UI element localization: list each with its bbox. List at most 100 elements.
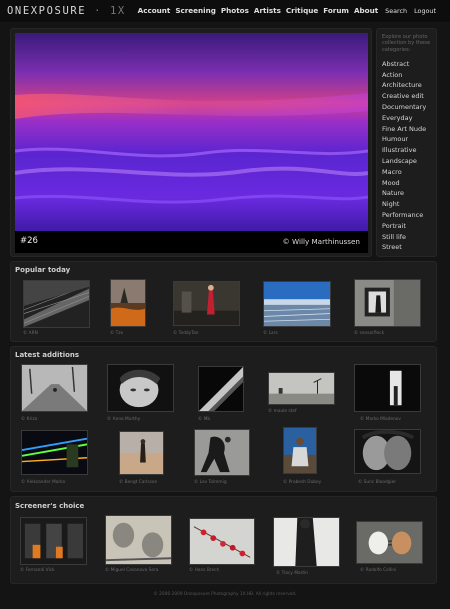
photo-thumbnail[interactable] bbox=[21, 430, 88, 475]
category-link[interactable]: Macro bbox=[382, 167, 431, 178]
photo-credit[interactable]: © Rodolfo Collini bbox=[360, 568, 396, 573]
category-link[interactable]: Mood bbox=[382, 178, 431, 189]
hero-image bbox=[15, 33, 368, 253]
photo-credit[interactable]: © Hans Brech bbox=[189, 568, 219, 573]
category-link[interactable]: Fine Art Nude bbox=[382, 124, 431, 135]
photo-thumbnail[interactable] bbox=[354, 364, 421, 412]
photo-credit[interactable]: © ARN bbox=[23, 331, 38, 336]
interior-photo bbox=[355, 365, 420, 411]
photo-thumbnail[interactable] bbox=[119, 431, 164, 475]
landscape-photo bbox=[269, 373, 334, 404]
category-link[interactable]: Abstract bbox=[382, 59, 431, 70]
photo-thumbnail[interactable] bbox=[189, 518, 255, 565]
site-logo[interactable]: ONEXPOSURE · 1X bbox=[7, 5, 126, 17]
photo-thumbnail[interactable] bbox=[23, 280, 90, 328]
category-link[interactable]: Creative edit bbox=[382, 91, 431, 102]
beach-photo bbox=[120, 432, 163, 474]
photo-credit[interactable]: © Krizo bbox=[21, 417, 37, 422]
photo-credit[interactable]: © Lars bbox=[263, 331, 278, 336]
nav-search[interactable]: Search bbox=[385, 7, 407, 15]
photo-thumbnail[interactable] bbox=[354, 429, 421, 474]
popular-title: Popular today bbox=[15, 266, 71, 274]
photo-thumbnail[interactable] bbox=[263, 281, 331, 327]
hero-photo[interactable]: #26 © Willy Marthinussen bbox=[15, 33, 368, 253]
portrait-photo bbox=[355, 430, 420, 473]
categories-intro: Explore our photo collection by these ca… bbox=[382, 34, 431, 53]
photo-thumbnail[interactable] bbox=[354, 279, 421, 327]
photo-credit[interactable]: © Anna Murthy bbox=[107, 417, 140, 422]
dance-photo bbox=[195, 430, 249, 475]
category-link[interactable]: Humour bbox=[382, 134, 431, 145]
category-link[interactable]: Performance bbox=[382, 210, 431, 221]
photo-credit[interactable]: © Mb bbox=[198, 417, 210, 422]
photo-thumbnail[interactable] bbox=[283, 427, 317, 474]
landscape-photo bbox=[22, 365, 87, 411]
seascape-photo bbox=[264, 282, 330, 326]
photo-thumbnail[interactable] bbox=[173, 281, 240, 326]
nav-photos[interactable]: Photos bbox=[221, 6, 249, 15]
photo-credit[interactable]: © TeddyTan bbox=[173, 331, 198, 336]
nav-account[interactable]: Account bbox=[138, 6, 171, 15]
category-link[interactable]: Landscape bbox=[382, 156, 431, 167]
portrait-photo bbox=[174, 282, 239, 325]
category-link[interactable]: Nature bbox=[382, 188, 431, 199]
still-life-photo bbox=[190, 519, 254, 564]
latest-title: Latest additions bbox=[15, 351, 80, 359]
photo-thumbnail[interactable] bbox=[194, 429, 250, 476]
category-link[interactable]: Still life bbox=[382, 232, 431, 243]
screeners-title: Screener's choice bbox=[15, 502, 85, 510]
photo-thumbnail[interactable] bbox=[105, 515, 172, 565]
landscape-photo bbox=[111, 280, 145, 326]
hero-credit[interactable]: © Willy Marthinussen bbox=[283, 237, 360, 246]
portrait-photo bbox=[106, 516, 171, 564]
main-nav: Account Screening Photos Artists Critiqu… bbox=[138, 6, 436, 15]
photo-credit[interactable]: © Aleksander Marko bbox=[21, 480, 65, 485]
hero-caption-bar: #26 © Willy Marthinussen bbox=[15, 231, 368, 253]
photo-thumbnail[interactable] bbox=[356, 521, 423, 564]
photo-credit[interactable]: © Lev Tolmmig bbox=[194, 480, 227, 485]
nav-critique[interactable]: Critique bbox=[286, 6, 318, 15]
top-bar: ONEXPOSURE · 1X Account Screening Photos… bbox=[0, 0, 450, 22]
photo-credit[interactable]: © Fernandi Vick bbox=[20, 568, 55, 573]
photo-credit[interactable]: © Bengt Carlsson bbox=[119, 480, 157, 485]
nav-logout[interactable]: Logout bbox=[414, 7, 436, 15]
photo-credit[interactable]: © sensorfleck bbox=[354, 331, 384, 336]
street-photo bbox=[355, 280, 420, 326]
category-link[interactable]: Action bbox=[382, 70, 431, 81]
night-photo bbox=[22, 431, 87, 474]
nav-about[interactable]: About bbox=[354, 6, 378, 15]
architecture-photo bbox=[24, 281, 89, 327]
category-link[interactable]: Illustrative bbox=[382, 145, 431, 156]
category-link[interactable]: Everyday bbox=[382, 113, 431, 124]
photo-thumbnail[interactable] bbox=[21, 364, 88, 412]
hero-number: #26 bbox=[20, 236, 38, 246]
photo-thumbnail[interactable] bbox=[198, 366, 244, 412]
abstract-photo bbox=[199, 367, 243, 411]
portrait-photo bbox=[284, 428, 316, 473]
category-link[interactable]: Documentary bbox=[382, 102, 431, 113]
category-link[interactable]: Night bbox=[382, 199, 431, 210]
nav-artists[interactable]: Artists bbox=[254, 6, 281, 15]
category-link[interactable]: Architecture bbox=[382, 80, 431, 91]
logo-main: ONEXPOSURE bbox=[7, 5, 87, 17]
photo-credit[interactable]: © Tracy Martin bbox=[276, 571, 308, 576]
photo-thumbnail[interactable] bbox=[107, 364, 174, 412]
photo-credit[interactable]: © Prabesh Dubey bbox=[283, 480, 321, 485]
nav-screening[interactable]: Screening bbox=[175, 6, 216, 15]
photo-thumbnail[interactable] bbox=[273, 517, 340, 567]
photo-credit[interactable]: © maule stef bbox=[268, 409, 297, 414]
photo-thumbnail[interactable] bbox=[268, 372, 335, 405]
nav-forum[interactable]: Forum bbox=[323, 6, 349, 15]
photo-thumbnail[interactable] bbox=[110, 279, 146, 327]
portrait-photo bbox=[108, 365, 173, 411]
photo-credit[interactable]: © Miguel Casanova Sera bbox=[105, 568, 158, 573]
photo-credit[interactable]: © Marko Mladenov bbox=[360, 417, 401, 422]
still-life-photo bbox=[357, 522, 422, 563]
photo-credit[interactable]: © Tze bbox=[110, 331, 123, 336]
photo-thumbnail[interactable] bbox=[20, 517, 87, 565]
photo-credit[interactable]: © Sunc Bloodgier bbox=[358, 480, 396, 485]
category-link[interactable]: Portrait bbox=[382, 221, 431, 232]
category-link[interactable]: Street bbox=[382, 242, 431, 253]
interior-photo bbox=[21, 518, 86, 564]
logo-separator: · bbox=[94, 5, 103, 17]
